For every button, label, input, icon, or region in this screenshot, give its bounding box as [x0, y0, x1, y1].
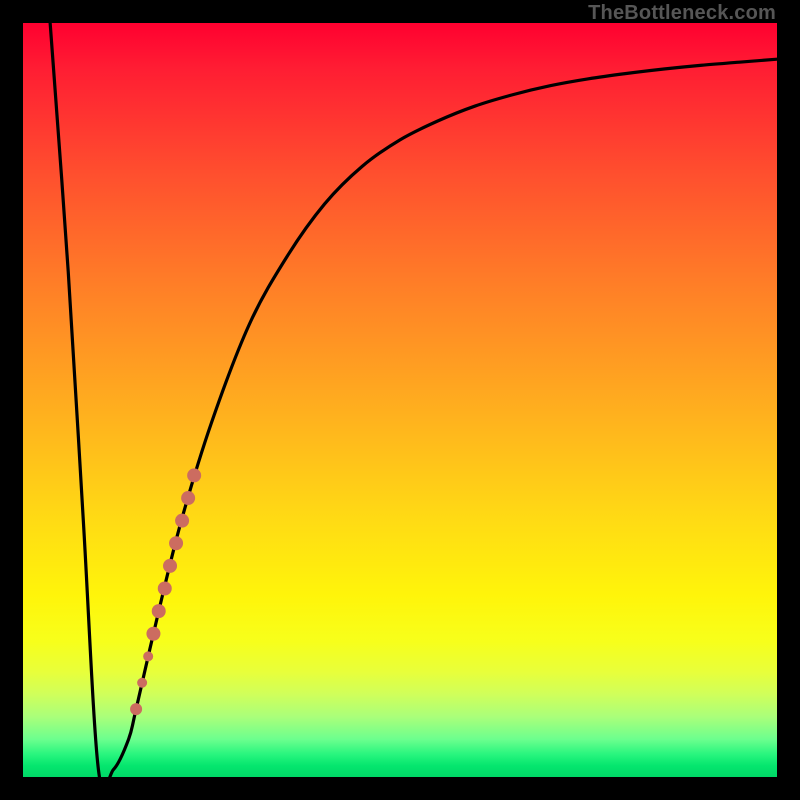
highlight-dot [163, 559, 177, 573]
chart-frame: TheBottleneck.com [0, 0, 800, 800]
highlight-dots [130, 468, 201, 715]
highlight-dot [175, 514, 189, 528]
highlight-dot [137, 678, 147, 688]
highlight-dot [146, 627, 160, 641]
highlight-dot [181, 491, 195, 505]
highlight-dot [143, 651, 153, 661]
highlight-dot [158, 582, 172, 596]
highlight-dot [169, 536, 183, 550]
curve-layer [23, 23, 777, 777]
highlight-dot [152, 604, 166, 618]
attribution-text: TheBottleneck.com [588, 2, 776, 25]
highlight-dot [187, 468, 201, 482]
bottleneck-curve [50, 23, 777, 777]
highlight-dot [130, 703, 142, 715]
plot-area [23, 23, 777, 777]
